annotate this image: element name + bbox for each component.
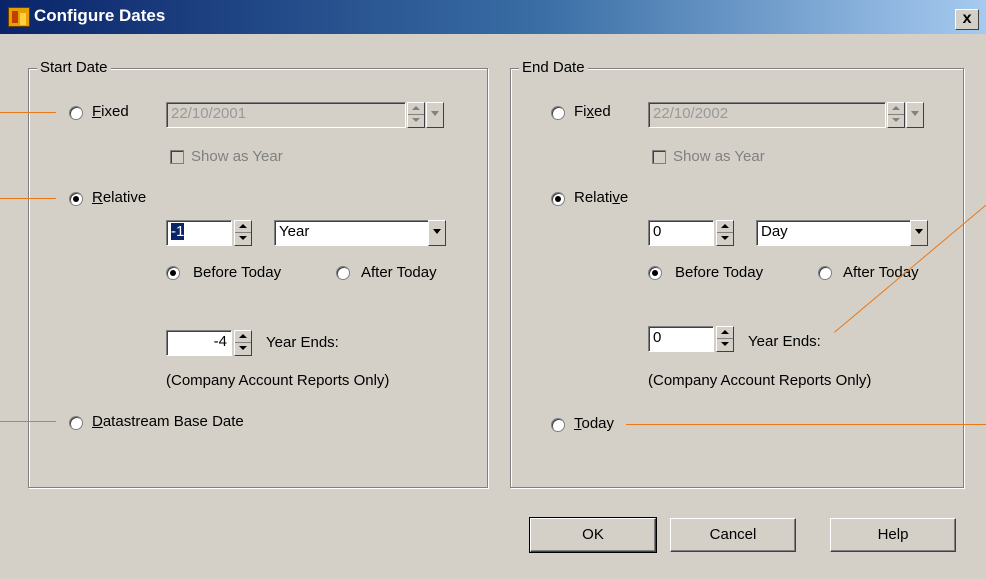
start-relative-value: -1 xyxy=(171,223,185,240)
ok-button[interactable]: OK xyxy=(529,517,657,553)
end-year-ends-input[interactable]: 0 xyxy=(648,326,714,352)
start-show-as-year-checkbox[interactable] xyxy=(170,150,184,164)
spin-down-icon xyxy=(408,115,424,127)
start-fixed-date-field[interactable]: 22/10/2001 xyxy=(166,102,406,128)
spin-up-icon xyxy=(888,103,904,115)
end-year-ends-label: Year Ends: xyxy=(748,333,821,350)
start-relative-value-input[interactable]: -1 xyxy=(166,220,232,246)
end-relative-value-input[interactable]: 0 xyxy=(648,220,714,246)
start-fixed-date-dropdown[interactable] xyxy=(426,102,444,128)
start-relative-spinner[interactable] xyxy=(234,220,252,246)
spin-up-icon xyxy=(235,331,251,343)
callout-line-start-base-date xyxy=(0,421,56,422)
cancel-button[interactable]: Cancel xyxy=(670,518,796,552)
spin-up-icon xyxy=(235,221,251,233)
end-fixed-date-field[interactable]: 22/10/2002 xyxy=(648,102,886,128)
end-date-group-label: End Date xyxy=(519,59,588,76)
end-show-as-year-checkbox[interactable] xyxy=(652,150,666,164)
spin-up-icon xyxy=(408,103,424,115)
end-relative-label[interactable]: Relative xyxy=(574,189,628,206)
end-fixed-date-dropdown[interactable] xyxy=(906,102,924,128)
start-before-today-radio[interactable] xyxy=(166,266,180,280)
app-icon xyxy=(8,7,30,27)
spin-down-icon xyxy=(235,343,251,355)
start-period-select[interactable]: Year xyxy=(274,220,429,246)
start-year-ends-input[interactable]: -4 xyxy=(166,330,232,356)
start-year-ends-spinner[interactable] xyxy=(234,330,252,356)
start-year-ends-label: Year Ends: xyxy=(266,334,339,351)
callout-line-start-relative xyxy=(0,198,56,199)
end-fixed-label[interactable]: Fixed xyxy=(574,103,611,120)
callout-line-end-today xyxy=(626,424,986,425)
configure-dates-dialog: Configure Dates x Start Date Fixed 22/10… xyxy=(0,0,986,579)
end-fixed-radio[interactable] xyxy=(551,106,565,120)
start-fixed-date-spinner[interactable] xyxy=(407,102,425,128)
end-today-label[interactable]: Today xyxy=(574,415,614,432)
start-after-today-radio[interactable] xyxy=(336,266,350,280)
spin-down-icon xyxy=(888,115,904,127)
spin-up-icon xyxy=(717,221,733,233)
end-after-today-radio[interactable] xyxy=(818,266,832,280)
callout-line-start-fixed xyxy=(0,112,56,113)
start-before-today-label: Before Today xyxy=(193,264,282,281)
end-relative-radio[interactable] xyxy=(551,192,565,206)
start-after-today-label: After Today xyxy=(361,264,437,281)
end-relative-spinner[interactable] xyxy=(716,220,734,246)
start-company-note: (Company Account Reports Only) xyxy=(166,372,390,389)
end-period-dropdown-button[interactable] xyxy=(910,220,928,246)
end-period-select[interactable]: Day xyxy=(756,220,911,246)
end-fixed-date-spinner[interactable] xyxy=(887,102,905,128)
end-before-today-label: Before Today xyxy=(675,264,764,281)
start-show-as-year-label: Show as Year xyxy=(191,148,283,165)
spin-up-icon xyxy=(717,327,733,339)
end-after-today-label: After Today xyxy=(843,264,919,281)
end-show-as-year-label: Show as Year xyxy=(673,148,765,165)
spin-down-icon xyxy=(235,233,251,245)
start-relative-radio[interactable] xyxy=(69,192,83,206)
start-date-group-label: Start Date xyxy=(37,59,111,76)
close-button[interactable]: x xyxy=(955,9,979,30)
window-title: Configure Dates xyxy=(34,6,166,25)
start-relative-label[interactable]: Relative xyxy=(92,189,146,206)
title-bar[interactable]: Configure Dates x xyxy=(0,0,986,34)
start-base-date-label[interactable]: Datastream Base Date xyxy=(92,413,244,430)
spin-down-icon xyxy=(717,339,733,351)
start-base-date-radio[interactable] xyxy=(69,416,83,430)
help-button[interactable]: Help xyxy=(830,518,956,552)
start-fixed-radio[interactable] xyxy=(69,106,83,120)
spin-down-icon xyxy=(717,233,733,245)
start-fixed-label[interactable]: Fixed xyxy=(92,103,129,120)
start-fixed-label-rest: ixed xyxy=(101,103,129,120)
end-before-today-radio[interactable] xyxy=(648,266,662,280)
end-today-radio[interactable] xyxy=(551,418,565,432)
end-year-ends-spinner[interactable] xyxy=(716,326,734,352)
start-period-dropdown-button[interactable] xyxy=(428,220,446,246)
end-company-note: (Company Account Reports Only) xyxy=(648,372,872,389)
